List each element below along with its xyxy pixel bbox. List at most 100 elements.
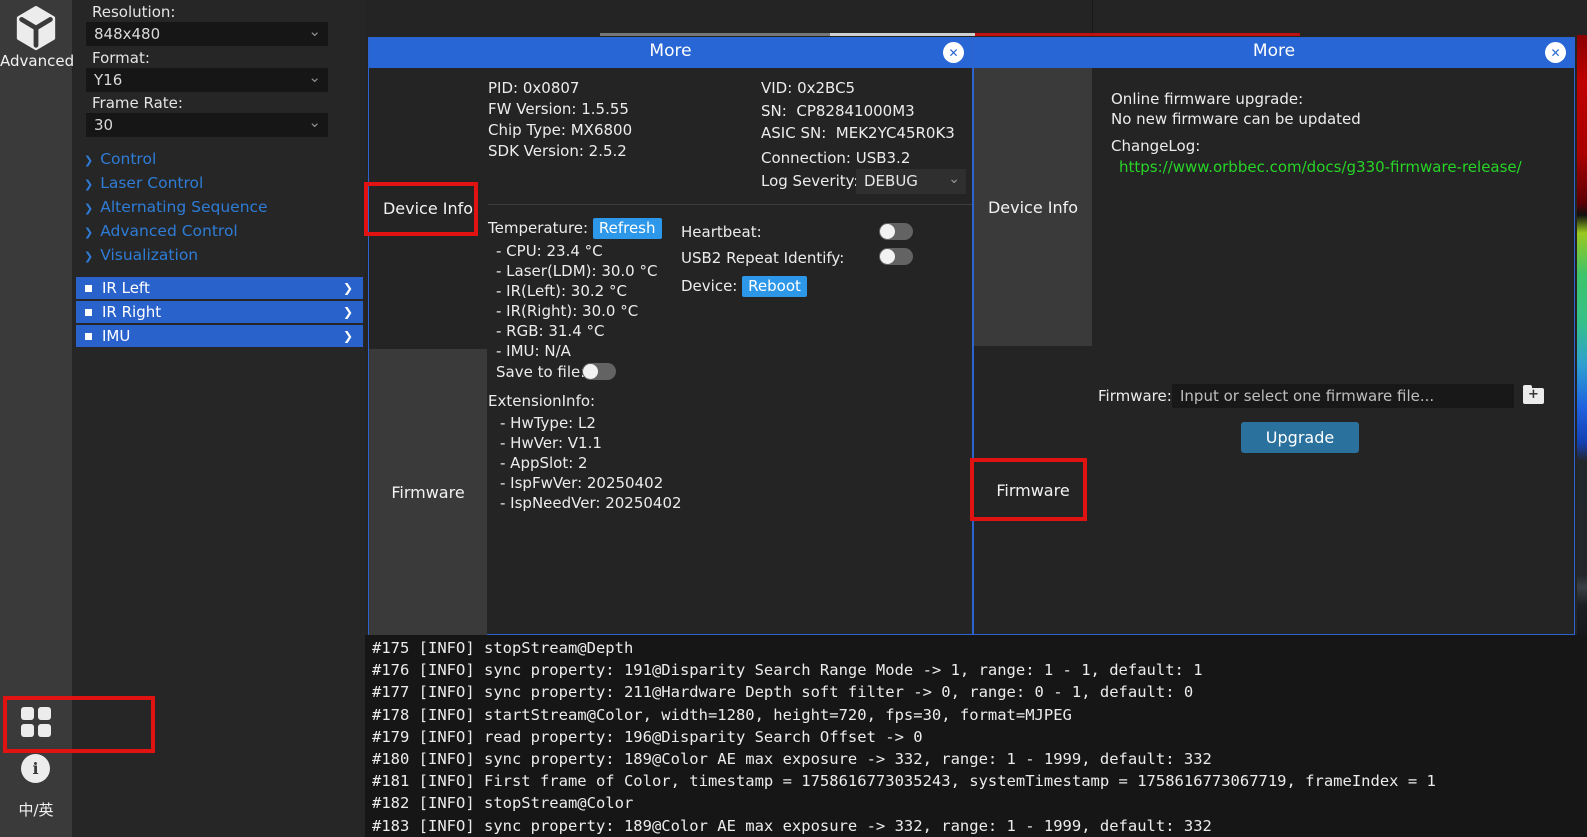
sdk-version-label: SDK Version: [488,142,584,160]
chevron-down-icon: ⌄ [308,110,321,134]
log-severity-dropdown[interactable]: DEBUG ⌄ [856,169,966,194]
info-icon[interactable]: i [21,754,50,783]
toggle-knob [583,364,598,379]
asic-sn-label: ASIC SN: [761,124,826,142]
tab-label: Device Info [988,198,1078,217]
sidebar-item-control[interactable]: ❯ Control [84,150,156,172]
log-console: #175 [INFO] stopStream@Depth #176 [INFO]… [365,635,1587,837]
resolution-dropdown[interactable]: 848x480 ⌄ [86,22,328,46]
fw-version-value: 1.5.55 [581,100,629,118]
tab-firmware[interactable]: Firmware [369,349,487,635]
online-upgrade-status: No new firmware can be updated [1111,110,1361,128]
refresh-button[interactable]: Refresh [593,218,662,239]
occluded-viewport-sliver [600,33,830,36]
sdk-version-value: 2.5.2 [589,142,627,160]
log-line: #183 [INFO] sync property: 189@Color AE … [372,815,1587,837]
link-label: Control [100,150,156,168]
log-line: #179 [INFO] read property: 196@Disparity… [372,726,1587,748]
format-value: Y16 [94,71,122,89]
chevron-down-icon: ⌄ [308,65,321,89]
sn-field: SN: CP82841000M3 [761,102,915,120]
dialog-titlebar[interactable]: More ✕ [369,38,972,68]
stream-row-ir-right[interactable]: IR Right ❯ [76,301,363,323]
connection-label: Connection: [761,149,851,167]
log-line: #180 [INFO] sync property: 189@Color AE … [372,748,1587,770]
bullet-square-icon [85,309,92,316]
tab-firmware[interactable]: Firmware [974,346,1092,635]
folder-add-icon[interactable]: + [1523,388,1544,404]
link-label: Alternating Sequence [100,198,267,216]
grid-square [21,707,34,720]
stream-settings-panel: Resolution: 848x480 ⌄ Format: Y16 ⌄ Fram… [72,0,365,837]
ext-item-ispneedver: - IspNeedVer: 20250402 [500,494,682,512]
multi-view-grid-icon[interactable] [21,707,51,737]
connection-value: USB3.2 [856,149,911,167]
toggle-knob [880,224,895,239]
stream-label: IR Left [102,277,150,299]
log-line: #177 [INFO] sync property: 211@Hardware … [372,681,1587,703]
ext-item-hwtype: - HwType: L2 [500,414,596,432]
dialog-title: More [974,41,1574,61]
chip-type-value: MX6800 [571,121,632,139]
tab-device-info[interactable]: Device Info [369,68,487,349]
vid-label: VID: [761,79,792,97]
vid-value: 0x2BC5 [797,79,855,97]
more-dialog-device: More ✕ Device Info Firmware PID: 0x0807 … [368,37,973,635]
heartbeat-label: Heartbeat: [681,223,762,241]
log-line: #178 [INFO] startStream@Color, width=128… [372,704,1587,726]
tab-device-info[interactable]: Device Info [974,68,1092,346]
language-toggle[interactable]: 中/英 [0,799,72,820]
stream-row-ir-left[interactable]: IR Left ❯ [76,277,363,299]
tab-advanced[interactable]: Advanced [0,0,72,78]
heartbeat-toggle[interactable] [879,223,913,240]
depth-view-sliver [1577,35,1587,635]
temp-item-laser: - Laser(LDM): 30.0 °C [496,262,657,280]
tab-label: Firmware [996,481,1069,500]
log-line: #175 [INFO] stopStream@Depth [372,637,1587,659]
temp-item-imu: - IMU: N/A [496,342,571,360]
usb2-repeat-identify-toggle[interactable] [879,248,913,265]
frame-rate-value: 30 [94,116,113,134]
sidebar-item-laser-control[interactable]: ❯Laser Control [84,174,203,196]
usb2-repeat-identify-label: USB2 Repeat Identify: [681,249,844,267]
bullet-square-icon [85,285,92,292]
sidebar-item-alternating-sequence[interactable]: ❯Alternating Sequence [84,198,268,220]
bullet-square-icon [85,333,92,340]
reboot-button[interactable]: Reboot [742,276,807,297]
pid-value: 0x0807 [523,79,580,97]
chevron-right-icon: ❯ [84,154,93,167]
frame-rate-label: Frame Rate: [92,94,183,112]
close-icon[interactable]: ✕ [1545,42,1566,63]
resolution-label: Resolution: [92,3,175,21]
asic-sn-field: ASIC SN: MEK2YC45R0K3 [761,124,955,142]
dialog-titlebar[interactable]: More ✕ [974,38,1574,68]
pid-field: PID: 0x0807 [488,79,579,97]
frame-rate-dropdown[interactable]: 30 ⌄ [86,113,328,137]
chevron-right-icon: ❯ [343,301,353,323]
stream-row-imu[interactable]: IMU ❯ [76,325,363,347]
changelog-link[interactable]: https://www.orbbec.com/docs/g330-firmwar… [1119,158,1522,176]
viewport-divider [1092,0,1093,35]
upgrade-button[interactable]: Upgrade [1241,422,1359,453]
sidebar-item-advanced-control[interactable]: ❯Advanced Control [84,222,238,244]
tab-label: Firmware [391,483,464,502]
chevron-right-icon: ❯ [84,178,93,191]
sidebar-item-visualization[interactable]: ❯Visualization [84,246,198,268]
log-severity-label: Log Severity: [761,172,858,190]
grid-square [38,724,51,737]
firmware-file-input[interactable] [1172,384,1514,408]
connection-field: Connection: USB3.2 [761,149,910,167]
log-severity-value: DEBUG [864,172,918,190]
chevron-right-icon: ❯ [84,226,93,239]
grid-square [21,724,34,737]
temp-item-ir-right: - IR(Right): 30.0 °C [496,302,638,320]
occluded-viewport-sliver [975,33,1300,36]
chevron-down-icon: ⌄ [308,19,321,43]
dialog-title: More [369,41,972,61]
device-label: Device: [681,277,737,295]
format-dropdown[interactable]: Y16 ⌄ [86,68,328,92]
save-to-file-label: Save to file: [496,363,585,381]
save-to-file-toggle[interactable] [582,363,616,380]
close-icon[interactable]: ✕ [943,42,964,63]
sn-value: CP82841000M3 [796,102,914,120]
